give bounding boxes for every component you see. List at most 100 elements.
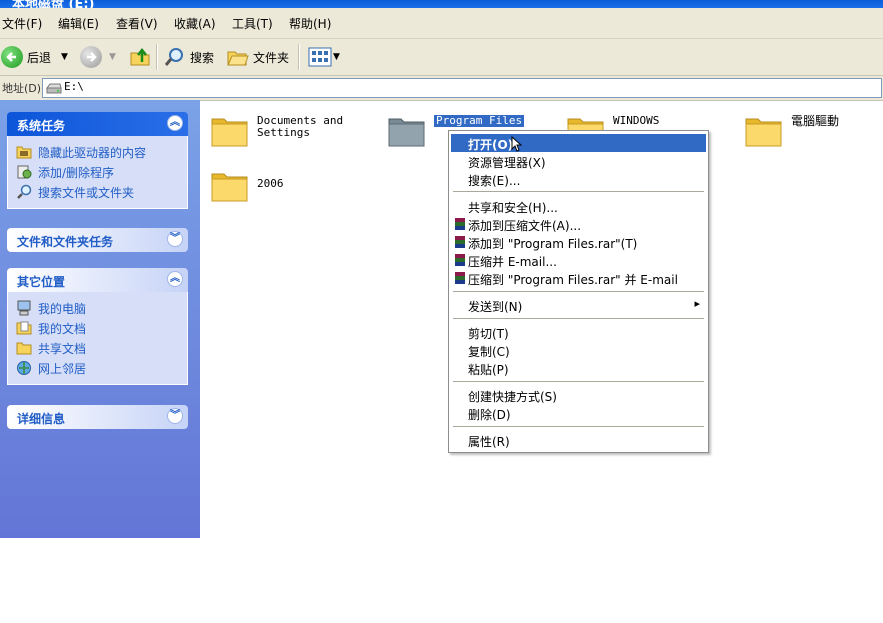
network-places-link[interactable]: 网上邻居 — [16, 358, 187, 378]
views-dropdown-icon[interactable]: ▼ — [333, 52, 340, 62]
menu-separator — [453, 381, 704, 382]
system-tasks-title: 系统任务 — [17, 119, 66, 133]
menu-tools[interactable]: 工具(T) — [232, 15, 273, 32]
menu-edit[interactable]: 编辑(E) — [58, 15, 99, 32]
folders-button[interactable]: 文件夹 — [253, 49, 289, 66]
menu-explore[interactable]: 资源管理器(X) — [451, 152, 706, 170]
collapse-icon[interactable]: ︽ — [167, 271, 183, 287]
other-places-panel: 其它位置 ︽ 我的电脑 我的文档 共享文档 网上邻居 — [7, 268, 188, 385]
window-title: 本地磁盘 (E:) — [12, 0, 95, 8]
folder-icon — [211, 118, 248, 147]
expand-icon[interactable]: ︾ — [167, 408, 183, 424]
submenu-arrow-icon: ▸ — [694, 297, 700, 310]
drive-icon — [46, 83, 62, 94]
menu-delete[interactable]: 删除(D) — [451, 404, 706, 422]
forward-dropdown-icon[interactable]: ▼ — [109, 52, 116, 62]
mouse-cursor-icon — [511, 136, 523, 152]
context-menu: 打开(O) 资源管理器(X) 搜索(E)... 共享和安全(H)... 添加到压… — [448, 130, 709, 453]
back-button[interactable]: 后退 — [27, 49, 51, 66]
folder-label: WINDOWS — [613, 114, 660, 127]
winrar-icon — [455, 272, 465, 284]
folders-icon[interactable] — [226, 46, 250, 68]
details-title: 详细信息 — [17, 412, 66, 426]
search-icon — [17, 184, 32, 199]
place-label: 我的文档 — [38, 321, 87, 336]
other-places-header[interactable]: 其它位置 ︽ — [7, 268, 188, 292]
add-remove-programs-link[interactable]: 添加/删除程序 — [16, 162, 187, 182]
winrar-icon — [455, 218, 465, 230]
system-tasks-body: 隐藏此驱动器的内容 添加/删除程序 搜索文件或文件夹 — [7, 136, 188, 209]
menu-bar: 文件(F) 编辑(E) 查看(V) 收藏(A) 工具(T) 帮助(H) — [0, 8, 883, 39]
menu-copy[interactable]: 复制(C) — [451, 341, 706, 359]
menu-favorites[interactable]: 收藏(A) — [174, 15, 216, 32]
watermark-title: 三维网 — [8, 584, 75, 609]
hide-drive-contents-link[interactable]: 隐藏此驱动器的内容 — [16, 142, 187, 162]
shared-documents-link[interactable]: 共享文档 — [16, 338, 187, 358]
menu-add-to-rar[interactable]: 添加到 "Program Files.rar"(T) — [451, 233, 706, 251]
details-panel: 详细信息 ︾ — [7, 405, 188, 429]
menu-view[interactable]: 查看(V) — [116, 15, 158, 32]
winrar-icon — [455, 236, 465, 248]
address-value: E:\ — [64, 80, 84, 93]
menu-create-shortcut[interactable]: 创建快捷方式(S) — [451, 386, 706, 404]
collapse-icon[interactable]: ︽ — [167, 115, 183, 131]
file-tasks-title: 文件和文件夹任务 — [17, 235, 114, 249]
place-label: 网上邻居 — [38, 361, 87, 376]
menu-separator — [453, 191, 704, 192]
winrar-icon — [455, 254, 465, 266]
menu-add-to-archive[interactable]: 添加到压缩文件(A)... — [451, 215, 706, 233]
folder-icon — [745, 118, 782, 147]
file-tasks-header[interactable]: 文件和文件夹任务 ︾ — [7, 228, 188, 252]
system-tasks-header[interactable]: 系统任务 ︽ — [7, 112, 188, 136]
menu-compress-to-rar-email[interactable]: 压缩到 "Program Files.rar" 并 E-mail — [451, 269, 706, 287]
menu-properties[interactable]: 属性(R) — [451, 431, 706, 449]
menu-compress-email[interactable]: 压缩并 E-mail... — [451, 251, 706, 269]
menu-file[interactable]: 文件(F) — [2, 15, 42, 32]
task-pane: 系统任务 ︽ 隐藏此驱动器的内容 添加/删除程序 搜索文件或文件夹 文件和文件夹… — [0, 100, 200, 623]
views-icon[interactable] — [308, 47, 332, 67]
search-icon[interactable] — [163, 46, 185, 68]
forward-icon[interactable] — [80, 46, 102, 68]
network-icon — [17, 361, 31, 375]
menu-search[interactable]: 搜索(E)... — [451, 170, 706, 188]
menu-open[interactable]: 打开(O) — [451, 134, 706, 152]
folder-icon — [388, 118, 425, 147]
task-label: 添加/删除程序 — [38, 165, 115, 180]
menu-separator — [453, 291, 704, 292]
toolbar: 后退 ▼ ▼ 搜索 文件夹 ▼ — [0, 39, 883, 76]
task-label: 搜索文件或文件夹 — [38, 185, 135, 200]
back-icon[interactable] — [1, 46, 23, 68]
task-label: 隐藏此驱动器的内容 — [38, 145, 147, 160]
toolbar-separator — [156, 44, 158, 70]
address-label: 地址(D) — [2, 82, 42, 95]
search-button[interactable]: 搜索 — [190, 49, 214, 66]
menu-paste[interactable]: 粘贴(P) — [451, 359, 706, 377]
up-folder-icon[interactable] — [128, 44, 152, 68]
folder-label-selected: Program Files — [434, 114, 525, 127]
documents-icon — [16, 321, 32, 335]
expand-icon[interactable]: ︾ — [167, 231, 183, 247]
folder-label: Documents and Settings — [257, 114, 344, 139]
my-computer-link[interactable]: 我的电脑 — [16, 298, 187, 318]
title-bar: 本地磁盘 (E:) — [0, 0, 883, 8]
menu-separator — [453, 426, 704, 427]
menu-help[interactable]: 帮助(H) — [289, 15, 331, 32]
folder-label: 電腦驅動 — [791, 114, 840, 128]
file-tasks-panel: 文件和文件夹任务 ︾ — [7, 228, 188, 252]
folder-icon — [211, 173, 248, 202]
computer-icon — [17, 300, 31, 316]
back-dropdown-icon[interactable]: ▼ — [61, 52, 68, 62]
search-files-link[interactable]: 搜索文件或文件夹 — [16, 182, 187, 202]
menu-send-to[interactable]: 发送到(N) ▸ — [451, 296, 706, 314]
other-places-title: 其它位置 — [17, 275, 66, 289]
shared-folder-icon — [16, 342, 32, 355]
folder-hide-icon — [16, 146, 32, 159]
menu-separator — [453, 318, 704, 319]
details-header[interactable]: 详细信息 ︾ — [7, 405, 188, 429]
menu-cut[interactable]: 剪切(T) — [451, 323, 706, 341]
menu-sharing-security[interactable]: 共享和安全(H)... — [451, 197, 706, 215]
my-documents-link[interactable]: 我的文档 — [16, 318, 187, 338]
address-input[interactable]: E:\ — [42, 78, 882, 98]
folder-label: 2006 — [257, 177, 284, 190]
place-label: 我的电脑 — [38, 301, 87, 316]
